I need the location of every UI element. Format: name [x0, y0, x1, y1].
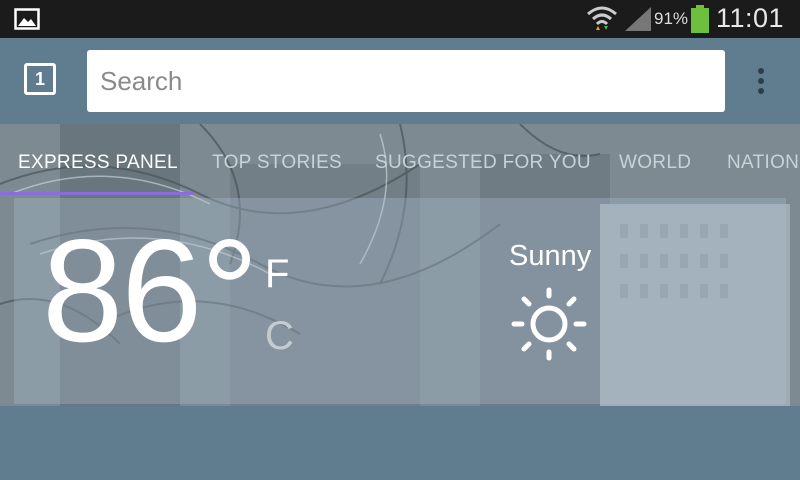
- active-tab-indicator: [0, 192, 194, 195]
- battery-percent: 91%: [654, 9, 689, 28]
- signal-icon: [625, 7, 651, 31]
- overflow-menu-icon[interactable]: [752, 68, 770, 98]
- tab-world[interactable]: WORLD: [619, 152, 691, 174]
- battery-icon: [691, 5, 709, 33]
- search-input[interactable]: [87, 50, 725, 112]
- tab-nation[interactable]: NATION: [727, 152, 799, 174]
- tab-suggested-for-you[interactable]: SUGGESTED FOR YOU: [375, 152, 591, 174]
- gallery-icon: [14, 8, 40, 30]
- weather-condition: Sunny: [509, 240, 592, 272]
- sun-icon: [511, 287, 587, 361]
- tab-express-panel[interactable]: EXPRESS PANEL: [18, 152, 178, 174]
- wifi-icon: [587, 6, 617, 30]
- status-bar: 91% 11:01: [0, 0, 800, 38]
- unit-fahrenheit-toggle[interactable]: F: [265, 252, 289, 297]
- temperature: 86°: [42, 209, 259, 372]
- tab-count-button[interactable]: 1: [24, 63, 56, 95]
- unit-celsius-toggle[interactable]: C: [265, 314, 294, 359]
- bottom-area: [0, 406, 800, 480]
- clock: 11:01: [716, 3, 785, 33]
- tab-top-stories[interactable]: TOP STORIES: [212, 152, 342, 174]
- toolbar: 1: [0, 38, 800, 124]
- category-tabs: EXPRESS PANEL TOP STORIES SUGGESTED FOR …: [0, 124, 800, 198]
